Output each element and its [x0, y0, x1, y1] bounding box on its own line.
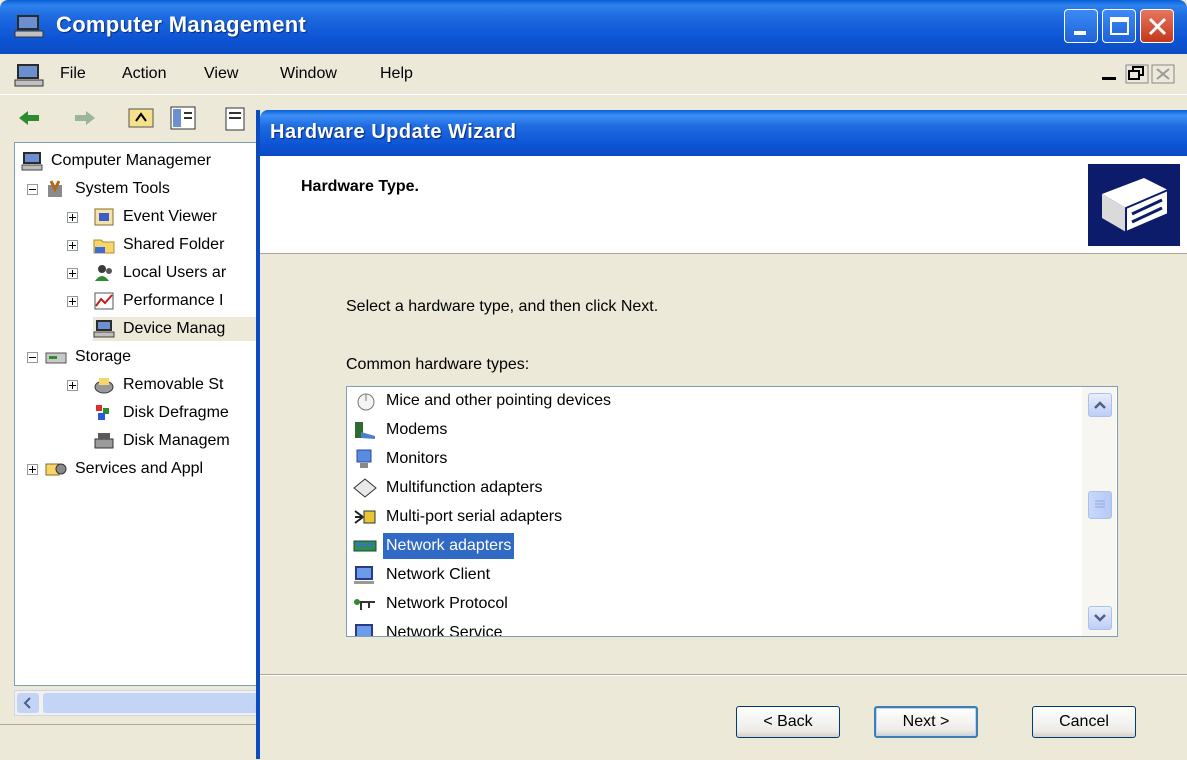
menu-action[interactable]: Action [122, 65, 166, 83]
tree-item-label: Disk Managem [123, 432, 230, 449]
tree-item-label: Removable St [123, 376, 224, 393]
forward-arrow-icon[interactable] [70, 103, 100, 133]
disk-management-icon [94, 433, 114, 449]
back-arrow-icon[interactable] [14, 103, 44, 133]
computer-icon [21, 152, 43, 171]
tree-item-label: Device Manag [123, 320, 226, 337]
computer-management-icon [14, 15, 44, 38]
chevron-up-icon [1094, 401, 1106, 409]
wizard-heading: Hardware Type. [301, 178, 419, 195]
menu-view[interactable]: View [204, 65, 238, 83]
show-hide-tree-icon[interactable] [168, 103, 198, 133]
up-one-level-icon[interactable] [126, 103, 156, 133]
tree-item-label: Storage [75, 348, 132, 365]
services-icon [45, 463, 67, 476]
cancel-button[interactable]: Cancel [1032, 706, 1136, 738]
minimize-button[interactable] [1064, 9, 1098, 43]
close-button[interactable] [1140, 9, 1174, 43]
expand-toggle[interactable] [67, 240, 78, 251]
device-manager-icon [93, 320, 115, 338]
defrag-icon [96, 405, 109, 420]
main-titlebar[interactable]: Computer Management [0, 0, 1187, 54]
serial-adapter-icon [354, 510, 376, 524]
monitor-icon [356, 449, 372, 468]
list-item-label: Network Service [386, 624, 503, 637]
tree-item-label: System Tools [75, 180, 170, 197]
performance-icon [94, 292, 114, 310]
network-service-icon [355, 624, 373, 636]
network-protocol-icon [354, 599, 375, 610]
computer-menu-icon[interactable] [14, 62, 44, 88]
list-item-label: Network adapters [383, 533, 515, 559]
folder-icon [93, 239, 115, 254]
tree-horizontal-scrollbar[interactable] [14, 690, 343, 716]
tree-item-label: Performance I [123, 292, 224, 309]
mdi-child-controls[interactable] [1096, 62, 1176, 84]
event-viewer-icon [94, 208, 114, 226]
network-adapter-icon [353, 540, 377, 552]
divider [260, 674, 1187, 676]
expand-toggle[interactable] [67, 380, 78, 391]
hardware-types-list[interactable]: Mice and other pointing devices Modems M… [346, 386, 1118, 637]
next-button[interactable]: Next > [874, 706, 978, 738]
back-button[interactable]: < Back [736, 706, 840, 738]
tree-item-label: Event Viewer [123, 208, 217, 225]
maximize-icon [1110, 17, 1129, 35]
list-item-label: Multifunction adapters [386, 479, 543, 496]
list-item-label: Network Protocol [386, 595, 508, 612]
multifunction-icon [353, 478, 377, 498]
menubar: File Action View Window Help [0, 54, 1187, 94]
scroll-left-button[interactable] [17, 693, 39, 713]
chevron-left-icon [23, 697, 31, 709]
hardware-update-wizard-dialog: Hardware Update Wizard Hardware Type. Se… [256, 110, 1187, 759]
hardware-wizard-icon [1088, 164, 1180, 246]
modem-icon [355, 422, 375, 439]
tree-item-label: Services and Appl [75, 460, 204, 477]
list-item-label: Modems [386, 421, 448, 438]
wizard-instruction: Select a hardware type, and then click N… [346, 298, 659, 315]
users-icon [95, 265, 112, 281]
list-item-label: Mice and other pointing devices [386, 392, 612, 409]
mouse-icon [357, 393, 375, 411]
console-tree: Computer Managemer System Tools Event Vi… [14, 142, 260, 686]
system-tools-icon [48, 180, 62, 197]
maximize-button[interactable] [1102, 9, 1136, 43]
removable-storage-icon [94, 378, 114, 394]
tree-item-label: Disk Defragme [123, 404, 229, 421]
collapse-toggle[interactable] [27, 352, 38, 363]
tree-item-label: Computer Managemer [51, 152, 212, 169]
scroll-thumb[interactable] [1088, 491, 1112, 519]
properties-icon[interactable] [222, 103, 252, 133]
wizard-title: Hardware Update Wizard [270, 121, 517, 143]
list-item-label: Multi-port serial adapters [386, 508, 563, 525]
storage-icon [45, 352, 67, 364]
collapse-toggle[interactable] [27, 184, 38, 195]
wizard-header: Hardware Type. [260, 156, 1187, 254]
expand-toggle[interactable] [67, 268, 78, 279]
tree-item-label: Shared Folder [123, 236, 225, 253]
close-icon [1148, 17, 1167, 36]
expand-toggle[interactable] [67, 296, 78, 307]
list-item-label: Network Client [386, 566, 491, 583]
list-caption: Common hardware types: [346, 356, 530, 373]
list-item-label: Monitors [386, 450, 448, 467]
expand-toggle[interactable] [67, 212, 78, 223]
chevron-down-icon [1094, 614, 1106, 622]
tree-item-device-manager[interactable]: Device Manag [93, 317, 259, 341]
network-client-icon [354, 566, 374, 584]
scroll-down-button[interactable] [1088, 606, 1112, 630]
menu-window[interactable]: Window [280, 65, 337, 83]
scroll-up-button[interactable] [1088, 393, 1112, 417]
minimize-icon [1074, 31, 1086, 35]
tree-item-label: Local Users ar [123, 264, 227, 281]
menu-help[interactable]: Help [380, 65, 413, 83]
expand-toggle[interactable] [27, 464, 38, 475]
menu-file[interactable]: File [60, 65, 86, 83]
window-title: Computer Management [56, 12, 307, 37]
list-vertical-scrollbar[interactable] [1082, 387, 1116, 636]
grip-icon [1095, 500, 1105, 508]
wizard-titlebar[interactable]: Hardware Update Wizard [260, 110, 1187, 156]
